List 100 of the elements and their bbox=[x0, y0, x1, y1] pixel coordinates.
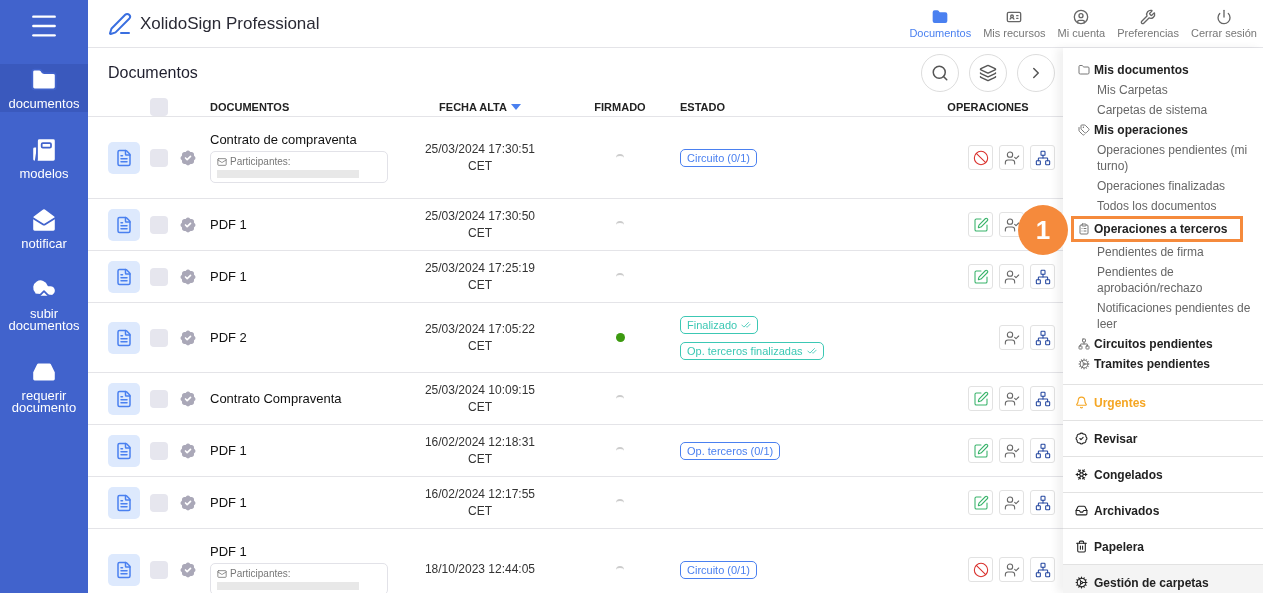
menu-section[interactable]: Archivados bbox=[1063, 492, 1263, 528]
sort-caret-icon bbox=[510, 104, 521, 110]
menu-section[interactable]: Congelados bbox=[1063, 456, 1263, 492]
edit-icon bbox=[972, 390, 989, 407]
edit-icon bbox=[972, 442, 989, 459]
layers-icon bbox=[979, 64, 997, 82]
verified-badge-icon bbox=[178, 214, 198, 235]
tree-icon bbox=[1034, 442, 1051, 459]
menu-item[interactable]: Mis Carpetas bbox=[1063, 80, 1263, 100]
column-header[interactable]: FECHA ALTA bbox=[439, 101, 507, 113]
user-button[interactable] bbox=[999, 438, 1024, 463]
row-checkbox[interactable] bbox=[150, 493, 168, 512]
folder-icon bbox=[932, 8, 949, 25]
user-button[interactable] bbox=[999, 386, 1024, 411]
pdf-button[interactable] bbox=[108, 434, 140, 467]
user-icon bbox=[1003, 216, 1020, 233]
verified-badge-icon bbox=[178, 492, 198, 513]
sidebar-item[interactable]: modelos bbox=[0, 134, 88, 182]
edit-button[interactable] bbox=[968, 212, 993, 237]
row-checkbox[interactable] bbox=[150, 215, 168, 234]
hierarchy-button[interactable] bbox=[1030, 557, 1055, 582]
layers-button[interactable] bbox=[969, 54, 1007, 92]
mail-icon bbox=[217, 568, 227, 579]
menu-item[interactable]: Pendientes de aprobación/rechazo bbox=[1063, 262, 1263, 298]
tree-icon bbox=[1078, 338, 1090, 350]
pdf-file-icon bbox=[115, 267, 133, 286]
row-checkbox[interactable] bbox=[150, 389, 168, 408]
pdf-file-icon bbox=[115, 148, 133, 167]
pdf-file-icon bbox=[115, 493, 133, 512]
row-checkbox[interactable] bbox=[150, 328, 168, 347]
pdf-button[interactable] bbox=[108, 486, 140, 519]
app-title: XolidoSign Professional bbox=[140, 13, 320, 34]
pdf-button[interactable] bbox=[108, 553, 140, 586]
nav-item[interactable]: Documentos bbox=[903, 8, 978, 39]
sidebar-item[interactable]: subir documentos bbox=[0, 274, 88, 334]
date-cell-text: 16/02/2024 12:17:55 CET bbox=[423, 485, 537, 520]
menu-section[interactable]: Revisar bbox=[1063, 420, 1263, 456]
nav-item[interactable]: Cerrar sesión bbox=[1184, 8, 1263, 39]
date-cell-text: 25/03/2024 17:25:19 CET bbox=[423, 259, 537, 294]
pdf-file-icon bbox=[115, 560, 133, 579]
pdf-button[interactable] bbox=[108, 321, 140, 354]
hierarchy-button[interactable] bbox=[1030, 264, 1055, 289]
pdf-button[interactable] bbox=[108, 260, 140, 293]
pdf-button[interactable] bbox=[108, 208, 140, 241]
edit-button[interactable] bbox=[968, 490, 993, 515]
date-cell-text: 25/03/2024 17:30:50 CET bbox=[423, 207, 537, 242]
hierarchy-button[interactable] bbox=[1030, 490, 1055, 515]
column-header: ESTADO bbox=[680, 101, 726, 113]
user-button[interactable] bbox=[999, 557, 1024, 582]
hierarchy-button[interactable] bbox=[1030, 386, 1055, 411]
pdf-file-icon bbox=[115, 215, 133, 234]
pen-icon bbox=[108, 11, 132, 36]
user-button[interactable] bbox=[999, 325, 1024, 350]
edit-button[interactable] bbox=[968, 264, 993, 289]
document-name: Contrato de compraventa bbox=[210, 132, 358, 147]
hierarchy-button[interactable] bbox=[1030, 325, 1055, 350]
sidebar-item[interactable]: notificar bbox=[0, 204, 88, 252]
menu-item[interactable]: Carpetas de sistema bbox=[1063, 100, 1263, 120]
user-button[interactable] bbox=[999, 145, 1024, 170]
verified-badge-icon bbox=[178, 559, 198, 580]
row-checkbox[interactable] bbox=[150, 441, 168, 460]
step-callout: 1 bbox=[1018, 205, 1068, 255]
row-checkbox[interactable] bbox=[150, 148, 168, 167]
block-button[interactable] bbox=[968, 145, 993, 170]
block-button[interactable] bbox=[968, 557, 993, 582]
search-icon bbox=[931, 64, 949, 82]
status-badge: Circuito (0/1) bbox=[680, 148, 757, 167]
row-checkbox[interactable] bbox=[150, 560, 168, 579]
menu-item[interactable]: Operaciones pendientes (mi turno) bbox=[1063, 140, 1263, 176]
user-icon bbox=[1003, 149, 1020, 166]
nav-item[interactable]: Mis recursos bbox=[977, 8, 1052, 39]
user-button[interactable] bbox=[999, 490, 1024, 515]
hierarchy-button[interactable] bbox=[1030, 145, 1055, 170]
hierarchy-button[interactable] bbox=[1030, 438, 1055, 463]
menu-item[interactable]: Notificaciones pendientes de leer bbox=[1063, 298, 1263, 334]
sidebar-item[interactable]: requerir documento bbox=[0, 356, 88, 416]
row-checkbox[interactable] bbox=[150, 267, 168, 286]
tree-icon bbox=[1034, 329, 1051, 346]
pdf-file-icon bbox=[115, 328, 133, 347]
menu-item[interactable]: Operaciones finalizadas bbox=[1063, 176, 1263, 196]
menu-section[interactable]: Gestión de carpetas bbox=[1063, 564, 1263, 593]
nav-item[interactable]: Mi cuenta bbox=[1051, 8, 1112, 39]
pdf-button[interactable] bbox=[108, 382, 140, 415]
page-title: Documentos bbox=[108, 64, 199, 82]
user-icon bbox=[1003, 561, 1020, 578]
block-icon bbox=[972, 149, 989, 166]
date-cell-text: 25/03/2024 17:05:22 CET bbox=[423, 320, 537, 355]
tree-icon bbox=[1034, 390, 1051, 407]
sidebar-item[interactable]: documentos bbox=[0, 64, 88, 112]
pdf-button[interactable] bbox=[108, 141, 140, 174]
check-icon bbox=[741, 319, 752, 330]
edit-button[interactable] bbox=[968, 438, 993, 463]
menu-section[interactable]: Papelera bbox=[1063, 528, 1263, 564]
user-icon bbox=[1003, 494, 1020, 511]
select-all-checkbox[interactable] bbox=[150, 98, 168, 116]
edit-button[interactable] bbox=[968, 386, 993, 411]
nav-item[interactable]: Preferencias bbox=[1111, 8, 1185, 39]
user-button[interactable] bbox=[999, 264, 1024, 289]
search-button[interactable] bbox=[921, 54, 959, 92]
verified-badge-icon bbox=[178, 388, 198, 409]
